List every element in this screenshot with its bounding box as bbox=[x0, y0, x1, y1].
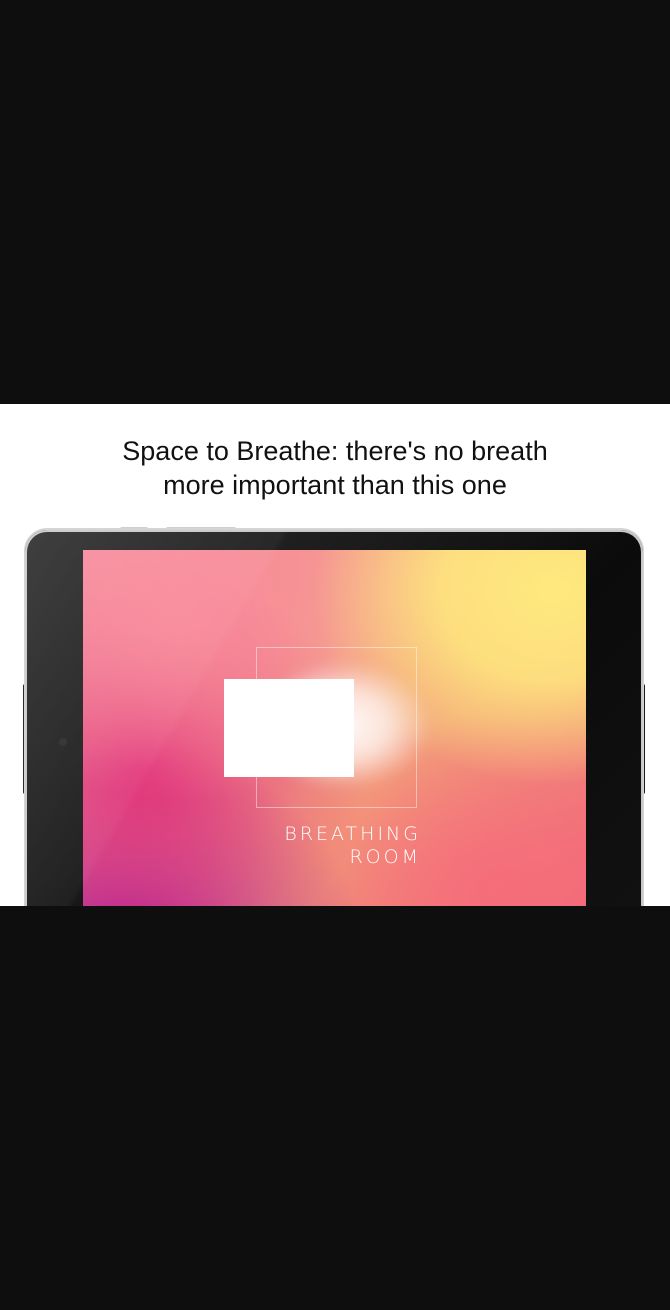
top-letterbox bbox=[0, 0, 670, 404]
app-logo-line-1: BREATHING bbox=[284, 823, 421, 845]
promo-caption: Space to Breathe: there's no breath more… bbox=[0, 434, 670, 502]
caption-line-1: Space to Breathe: there's no breath bbox=[122, 436, 548, 466]
promo-panel: Space to Breathe: there's no breath more… bbox=[0, 404, 670, 906]
bottom-letterbox bbox=[0, 906, 670, 1310]
tablet-device: BREATHING ROOM bbox=[25, 530, 643, 906]
camera-icon bbox=[59, 738, 67, 746]
breathing-glow-shape bbox=[283, 660, 433, 790]
caption-line-2: more important than this one bbox=[163, 470, 507, 500]
app-logo-text: BREATHING ROOM bbox=[284, 823, 421, 869]
app-logo-line-2: ROOM bbox=[349, 846, 421, 868]
tablet-screen[interactable]: BREATHING ROOM bbox=[83, 550, 586, 906]
screenshot-stage: Space to Breathe: there's no breath more… bbox=[0, 0, 670, 1310]
